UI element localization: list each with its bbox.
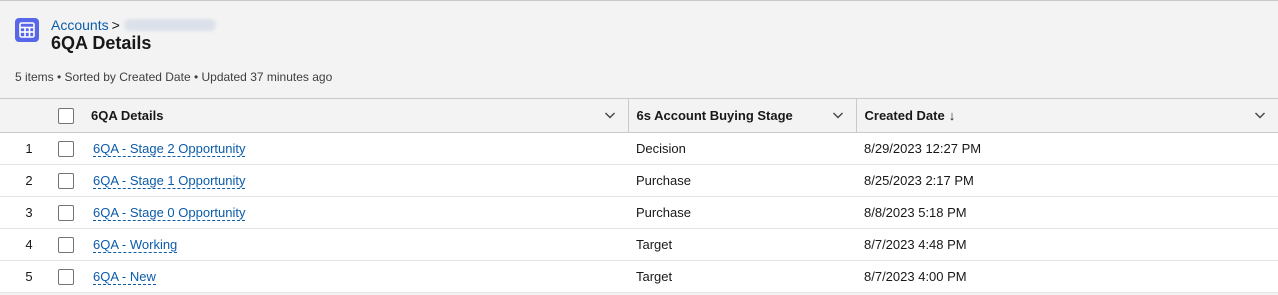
column-header-created-date[interactable]: Created Date ↓: [856, 98, 1278, 133]
row-number: 1: [0, 132, 52, 165]
row-checkbox[interactable]: [58, 204, 74, 221]
record-link[interactable]: 6QA - Working: [93, 237, 178, 253]
row-checkbox[interactable]: [58, 140, 74, 157]
row-select-cell: [52, 132, 83, 165]
name-cell: 6QA - Stage 2 Opportunity: [83, 132, 628, 165]
name-cell: 6QA - Stage 1 Opportunity: [83, 164, 628, 197]
table-row: 4 6QA - Working Target 8/7/2023 4:48 PM: [0, 228, 1278, 261]
stage-cell: Target: [628, 228, 856, 261]
created-date-cell: 8/25/2023 2:17 PM: [856, 164, 1278, 197]
chevron-down-icon[interactable]: [832, 109, 844, 121]
created-date-cell: 8/8/2023 5:18 PM: [856, 196, 1278, 229]
name-cell: 6QA - Stage 0 Opportunity: [83, 196, 628, 229]
row-select-cell: [52, 228, 83, 261]
sort-descending-icon: ↓: [948, 108, 956, 123]
table-row: 5 6QA - New Target 8/7/2023 4:00 PM: [0, 260, 1278, 293]
row-checkbox[interactable]: [58, 172, 74, 189]
name-cell: 6QA - New: [83, 260, 628, 293]
column-label: 6s Account Buying Stage: [636, 108, 793, 123]
stage-cell: Target: [628, 260, 856, 293]
select-all-header: [52, 98, 83, 133]
list-header: Accounts > 6QA Details 5 items • Sorted b…: [0, 1, 1278, 98]
row-number: 4: [0, 228, 52, 261]
table-row: 3 6QA - Stage 0 Opportunity Purchase 8/8…: [0, 196, 1278, 229]
records-table: 6QA Details 6s Account Buying Stage Crea…: [0, 98, 1278, 293]
page-title: 6QA Details: [51, 33, 152, 53]
table-row: 1 6QA - Stage 2 Opportunity Decision 8/2…: [0, 132, 1278, 165]
record-link[interactable]: 6QA - Stage 2 Opportunity: [93, 141, 246, 157]
select-all-checkbox[interactable]: [58, 107, 74, 124]
column-label: Created Date: [864, 108, 945, 123]
column-label: 6QA Details: [91, 108, 164, 123]
list-meta-info: 5 items • Sorted by Created Date • Updat…: [15, 70, 333, 84]
stage-cell: Purchase: [628, 164, 856, 197]
column-header-buying-stage[interactable]: 6s Account Buying Stage: [628, 98, 857, 133]
record-link[interactable]: 6QA - Stage 1 Opportunity: [93, 173, 246, 189]
stage-cell: Decision: [628, 132, 856, 165]
row-number: 3: [0, 196, 52, 229]
chevron-down-icon[interactable]: [1254, 109, 1266, 121]
column-header-6qa-details[interactable]: 6QA Details: [83, 98, 629, 133]
row-number: 5: [0, 260, 52, 293]
created-date-cell: 8/7/2023 4:00 PM: [856, 260, 1278, 293]
created-date-cell: 8/7/2023 4:48 PM: [856, 228, 1278, 261]
row-select-cell: [52, 164, 83, 197]
record-link[interactable]: 6QA - New: [93, 269, 156, 285]
chevron-down-icon[interactable]: [604, 109, 616, 121]
breadcrumb-separator: >: [111, 17, 120, 33]
row-number: 2: [0, 164, 52, 197]
table-header-row: 6QA Details 6s Account Buying Stage Crea…: [0, 98, 1278, 133]
row-number-header: [0, 98, 52, 133]
created-date-cell: 8/29/2023 12:27 PM: [856, 132, 1278, 165]
row-checkbox[interactable]: [58, 268, 74, 285]
table-icon: [15, 18, 39, 42]
row-select-cell: [52, 260, 83, 293]
row-select-cell: [52, 196, 83, 229]
row-checkbox[interactable]: [58, 236, 74, 253]
table-row: 2 6QA - Stage 1 Opportunity Purchase 8/2…: [0, 164, 1278, 197]
breadcrumb-account-name-redacted[interactable]: [123, 19, 216, 31]
name-cell: 6QA - Working: [83, 228, 628, 261]
breadcrumb-accounts-link[interactable]: Accounts: [51, 17, 109, 33]
stage-cell: Purchase: [628, 196, 856, 229]
record-link[interactable]: 6QA - Stage 0 Opportunity: [93, 205, 246, 221]
